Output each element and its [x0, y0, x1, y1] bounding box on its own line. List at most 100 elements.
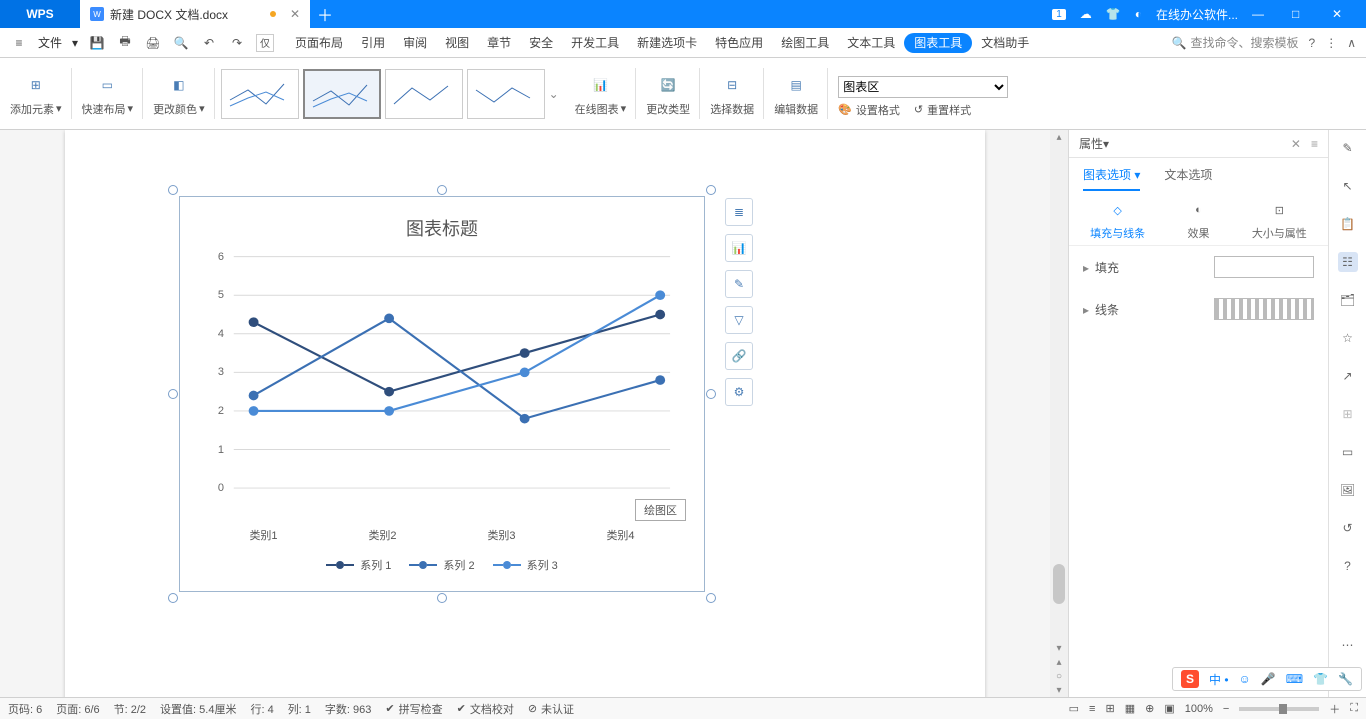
chart-settings-icon[interactable]: ⚙ [725, 378, 753, 406]
ribbon-tab-特色应用[interactable]: 特色应用 [706, 28, 772, 58]
view-mode-1-icon[interactable]: ▭ [1069, 702, 1079, 715]
line-dropdown[interactable] [1214, 298, 1314, 320]
rail-layers-icon[interactable]: 🗂 [1338, 290, 1358, 310]
ribbon-tab-新建选项卡[interactable]: 新建选项卡 [628, 28, 706, 58]
cloud-icon[interactable]: ☁ [1080, 7, 1092, 21]
user-label[interactable]: 在线办公软件... [1156, 6, 1238, 23]
chart-link-icon[interactable]: 🔗 [725, 342, 753, 370]
tab-text-options[interactable]: 文本选项 [1164, 166, 1212, 191]
zoom-value[interactable]: 100% [1185, 703, 1213, 715]
redo-icon[interactable]: ↷ [228, 34, 246, 52]
legend-item[interactable]: 系列 1 [326, 557, 391, 573]
status-page[interactable]: 页面: 6/6 [56, 701, 99, 717]
ribbon-tab-引用[interactable]: 引用 [352, 28, 394, 58]
maximize-button[interactable]: □ [1292, 7, 1318, 21]
resize-handle-sw[interactable] [168, 593, 178, 603]
quick-layout-button[interactable]: ▭ 快速布局 ▾ [72, 58, 144, 129]
menu-icon[interactable]: ≡ [10, 34, 28, 52]
file-menu[interactable]: 文件 [38, 34, 62, 51]
legend[interactable]: 系列 1系列 2系列 3 [180, 557, 704, 573]
tab-chart-options[interactable]: 图表选项 ▾ [1083, 166, 1140, 191]
chart-style-1[interactable] [221, 69, 299, 119]
scroll-marker-icon[interactable]: ○ [1050, 669, 1068, 683]
scroll-up-icon[interactable]: ▴ [1050, 130, 1068, 144]
sogou-icon[interactable]: S [1181, 670, 1199, 688]
resize-handle-ne[interactable] [706, 185, 716, 195]
status-spellcheck[interactable]: ✔ 拼写检查 [385, 701, 442, 717]
status-words[interactable]: 字数: 963 [325, 701, 371, 717]
zoom-slider[interactable] [1239, 707, 1319, 711]
ribbon-tab-安全[interactable]: 安全 [520, 28, 562, 58]
save-icon[interactable]: 💾 [88, 34, 106, 52]
ribbon-tab-文档助手[interactable]: 文档助手 [972, 28, 1038, 58]
rail-more-icon[interactable]: ⋯ [1338, 635, 1358, 655]
change-color-button[interactable]: ◧ 更改颜色 ▾ [143, 58, 215, 129]
rail-image-icon[interactable]: 🖼 [1338, 480, 1358, 500]
zoom-out-icon[interactable]: − [1223, 703, 1229, 715]
avatar-icon[interactable]: ◐ [1135, 7, 1142, 21]
gallery-more-icon[interactable]: ⌄ [549, 87, 559, 101]
ime-skin-icon[interactable]: 👕 [1313, 672, 1328, 686]
vertical-scrollbar[interactable]: ▴ ▾ ▴ ○ ▾ [1050, 130, 1068, 697]
ribbon-tab-图表工具[interactable]: 图表工具 [904, 33, 972, 53]
ribbon-tab-审阅[interactable]: 审阅 [394, 28, 436, 58]
search-box[interactable]: 🔍 查找命令、搜索模板 [1172, 34, 1299, 51]
view-mode-4-icon[interactable]: ▦ [1125, 702, 1135, 715]
ribbon-tab-开发工具[interactable]: 开发工具 [562, 28, 628, 58]
select-data-button[interactable]: ⊟ 选择数据 [700, 58, 764, 129]
view-mode-3-icon[interactable]: ⊞ [1105, 702, 1114, 715]
chart-filter-icon[interactable]: ▽ [725, 306, 753, 334]
ime-mic-icon[interactable]: 🎤 [1261, 672, 1276, 686]
resize-handle-s[interactable] [437, 593, 447, 603]
legend-item[interactable]: 系列 3 [493, 557, 558, 573]
ime-toolbar[interactable]: S 中 • ☺ 🎤 ⌨ 👕 🔧 [1172, 667, 1362, 691]
ime-keyboard-icon[interactable]: ⌨ [1286, 672, 1303, 686]
scroll-thumb[interactable] [1053, 564, 1065, 604]
new-tab-button[interactable]: ＋ [310, 2, 340, 26]
status-position[interactable]: 设置值: 5.4厘米 [160, 701, 236, 717]
resize-handle-w[interactable] [168, 389, 178, 399]
view-mode-read-icon[interactable]: ▣ [1164, 702, 1174, 715]
status-row[interactable]: 行: 4 [250, 701, 273, 717]
chart-style-3[interactable] [385, 69, 463, 119]
set-format-button[interactable]: 🎨 设置格式 [838, 102, 900, 118]
skin-icon[interactable]: 👕 [1106, 7, 1121, 21]
app-logo[interactable]: WPS [0, 0, 80, 28]
plot-area[interactable]: 0123456 [204, 247, 680, 517]
section-fill[interactable]: ▸填充 [1069, 246, 1328, 288]
rail-edit-icon[interactable]: ✎ [1338, 138, 1358, 158]
ribbon-tab-章节[interactable]: 章节 [478, 28, 520, 58]
fill-dropdown[interactable] [1214, 256, 1314, 278]
rail-page-icon[interactable]: ▭ [1338, 442, 1358, 462]
insert-hint[interactable]: 仅 [256, 34, 274, 52]
close-window-button[interactable]: ✕ [1332, 7, 1358, 21]
notif-badge[interactable]: 1 [1052, 9, 1066, 20]
rail-properties-icon[interactable]: ☷ [1338, 252, 1358, 272]
subtab-effect[interactable]: ◐效果 [1187, 199, 1209, 241]
add-element-button[interactable]: ⊞ 添加元素 ▾ [0, 58, 72, 129]
view-mode-web-icon[interactable]: ⊕ [1145, 702, 1154, 715]
ime-tool-icon[interactable]: 🔧 [1338, 672, 1353, 686]
chart-brush-icon[interactable]: ✎ [725, 270, 753, 298]
ribbon-tab-视图[interactable]: 视图 [436, 28, 478, 58]
ribbon-tab-绘图工具[interactable]: 绘图工具 [772, 28, 838, 58]
panel-menu-icon[interactable]: ≡ [1311, 137, 1318, 151]
chart-elements-icon[interactable]: 📊 [725, 234, 753, 262]
online-chart-button[interactable]: 📊 在线图表 ▾ [565, 58, 637, 129]
close-panel-icon[interactable]: ✕ [1291, 137, 1301, 151]
more-icon[interactable]: ⋮ [1325, 36, 1337, 50]
edit-data-button[interactable]: ▤ 编辑数据 [764, 58, 828, 129]
ime-emoji-icon[interactable]: ☺ [1239, 672, 1251, 686]
rail-components-icon[interactable]: ⊞ [1338, 404, 1358, 424]
ribbon-tab-页面布局[interactable]: 页面布局 [286, 28, 352, 58]
ime-lang-icon[interactable]: 中 • [1209, 671, 1229, 688]
scroll-down-icon[interactable]: ▾ [1050, 641, 1068, 655]
section-line[interactable]: ▸线条 [1069, 288, 1328, 330]
zoom-in-icon[interactable]: ＋ [1329, 701, 1340, 717]
document-tab[interactable]: W 新建 DOCX 文档.docx ✕ [80, 0, 310, 28]
chart-title[interactable]: 图表标题 [180, 215, 704, 241]
resize-handle-nw[interactable] [168, 185, 178, 195]
collapse-ribbon-icon[interactable]: ∧ [1347, 36, 1356, 50]
change-type-button[interactable]: 🔄 更改类型 [636, 58, 700, 129]
preview-icon[interactable]: 🔍 [172, 34, 190, 52]
